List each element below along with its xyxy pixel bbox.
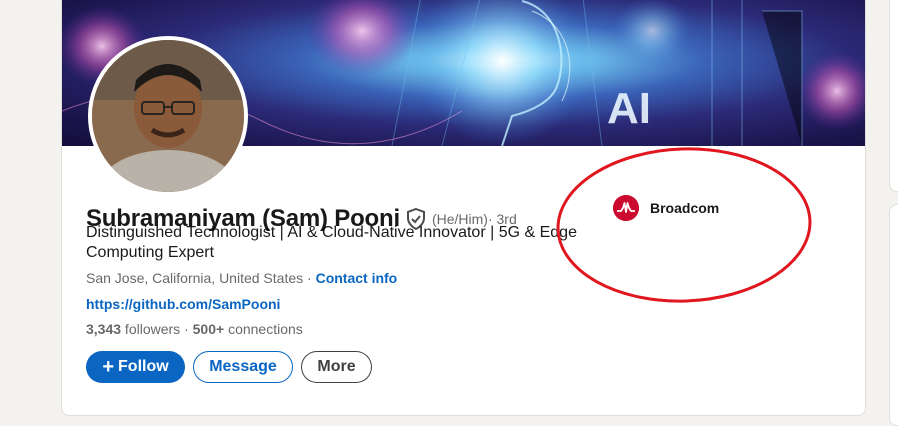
connections-count[interactable]: 500+ [193,321,225,337]
followers-count[interactable]: 3,343 [86,321,121,337]
more-button[interactable]: More [301,351,372,383]
website-link[interactable]: https://github.com/SamPooni [86,296,280,312]
stats-row: 3,343 followers · 500+ connections [86,321,303,337]
side-card-bottom [889,204,898,426]
connections-label: connections [224,321,303,337]
more-label: More [317,358,356,375]
contact-info-link[interactable]: Contact info [316,270,398,286]
location-separator: · [303,270,316,286]
profile-location: San Jose, California, United States [86,270,304,286]
company-name: Broadcom [650,200,720,216]
message-button[interactable]: Message [193,351,293,383]
plus-icon: + [102,356,115,378]
follow-button[interactable]: + Follow [86,351,185,383]
avatar-photo [92,40,244,192]
banner-ai-text: AI [607,84,651,133]
current-company[interactable]: Broadcom [613,195,719,221]
profile-card: AI Subramaniyam (Sam) Pooni (He/Him) · 3… [61,0,866,416]
location-row: San Jose, California, United States · Co… [86,270,397,286]
stats-separator: · [180,321,193,337]
side-card-top [889,0,898,192]
follow-label: Follow [118,358,169,375]
message-label: Message [209,358,277,375]
followers-label: followers [121,321,181,337]
profile-headline: Distinguished Technologist | AI & Cloud-… [86,224,577,261]
broadcom-logo-icon [613,195,639,221]
profile-avatar[interactable] [88,36,248,196]
